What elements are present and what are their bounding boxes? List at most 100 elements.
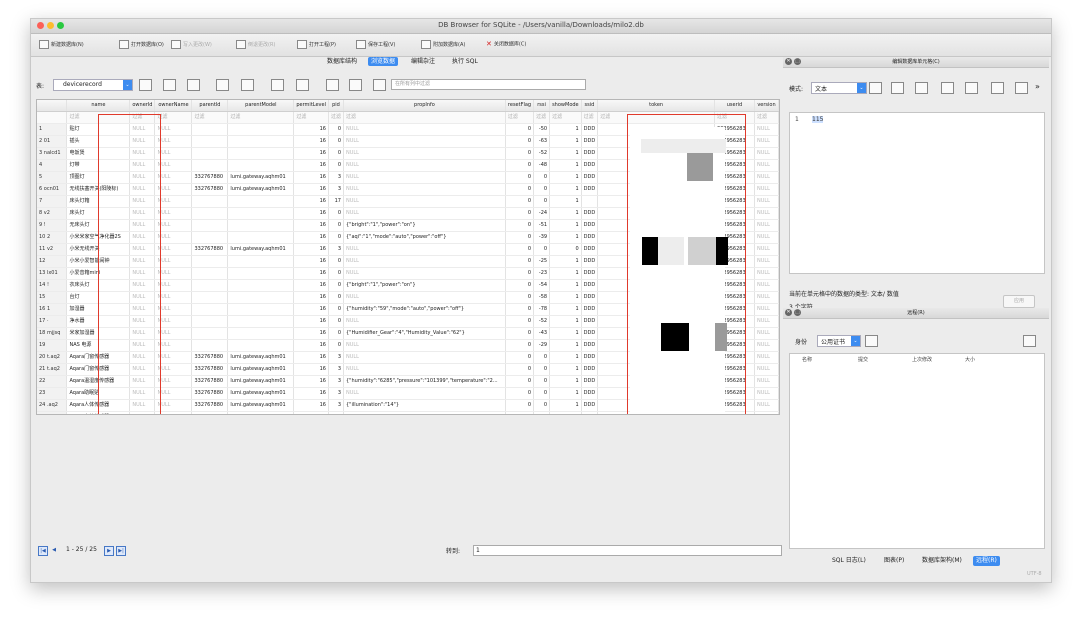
table-cell[interactable]: NULL [754, 279, 779, 292]
table-cell[interactable]: NULL [154, 255, 193, 268]
column-header[interactable]: resetFlag [505, 100, 535, 112]
table-cell[interactable] [191, 327, 229, 340]
table-cell[interactable]: NULL [343, 243, 506, 256]
tab-db-schema[interactable]: 数据库架构(M) [919, 556, 965, 566]
table-cell[interactable]: NULL [754, 267, 779, 280]
table-cell[interactable]: 16 [293, 315, 329, 328]
table-cell[interactable]: 16 [293, 363, 329, 376]
table-cell[interactable]: NULL [343, 183, 506, 196]
table-cell[interactable]: NULL [129, 231, 156, 244]
table-cell[interactable]: 1 [549, 159, 582, 172]
table-cell[interactable]: 16 [293, 387, 329, 400]
table-cell[interactable]: 1 [549, 267, 582, 280]
table-cell[interactable]: 0 [505, 351, 535, 364]
table-cell[interactable]: 332767880 [191, 243, 229, 256]
table-cell[interactable]: NULL [343, 291, 506, 304]
next-page-icon[interactable]: ▶ [104, 546, 114, 556]
table-cell[interactable]: 16 [293, 159, 329, 172]
table-cell[interactable]: 0 [328, 135, 345, 148]
table-cell[interactable]: 小爱音箱mini [66, 267, 131, 280]
table-cell[interactable]: 16 [293, 207, 329, 220]
table-cell[interactable]: 1 [549, 291, 582, 304]
table-cell[interactable]: 0 [505, 195, 535, 208]
table-cell[interactable]: -78 [533, 303, 551, 316]
table-cell[interactable]: 无床头灯 [66, 219, 131, 232]
table-cell[interactable]: NULL [343, 159, 506, 172]
table-cell[interactable]: NULL [754, 303, 779, 316]
column-filter-input[interactable]: 过滤 [328, 111, 345, 124]
table-cell[interactable]: 0 [505, 147, 535, 160]
column-header[interactable]: ssid [581, 100, 599, 112]
table-cell[interactable]: NULL [154, 411, 193, 414]
table-cell[interactable]: NULL [129, 327, 156, 340]
table-cell[interactable] [581, 195, 599, 208]
table-cell[interactable]: NULL [343, 315, 506, 328]
table-cell[interactable]: 16 [293, 171, 329, 184]
open-database-button[interactable]: 打开数据库(O) [119, 40, 164, 50]
table-cell[interactable]: NULL [154, 159, 193, 172]
table-cell[interactable]: NULL [343, 207, 506, 220]
cell-editor[interactable]: 1 115 [789, 112, 1045, 274]
table-cell[interactable]: NULL [129, 123, 156, 136]
table-cell[interactable]: -25 [533, 255, 551, 268]
table-cell[interactable]: 0 [533, 351, 551, 364]
previous-page-icon[interactable]: ◀ [50, 546, 58, 554]
refresh-icon[interactable] [865, 335, 878, 347]
clear-sort-icon[interactable] [187, 79, 200, 91]
table-cell[interactable]: 0 [505, 303, 535, 316]
table-cell[interactable]: 1 [549, 147, 582, 160]
mode-select[interactable]: 文本 ⌄ [811, 82, 867, 94]
table-cell[interactable]: DDD [581, 267, 599, 280]
table-cell[interactable]: NULL [129, 219, 156, 232]
column-header[interactable] [37, 100, 68, 112]
table-cell[interactable]: 0 [533, 243, 551, 256]
table-cell[interactable]: NULL [129, 411, 156, 414]
table-cell[interactable]: 0 [328, 279, 345, 292]
table-cell[interactable]: NULL [154, 399, 193, 412]
column-filter-input[interactable]: 过滤 [154, 111, 193, 124]
table-cell[interactable]: 1 [549, 387, 582, 400]
table-cell[interactable]: 0 [533, 375, 551, 388]
table-cell[interactable]: NULL [129, 243, 156, 256]
table-cell[interactable]: 0 [533, 387, 551, 400]
column-header[interactable]: ownerId [129, 100, 156, 112]
table-cell[interactable]: 16 [293, 183, 329, 196]
table-cell[interactable] [227, 159, 295, 172]
insert-record-icon[interactable] [271, 79, 284, 91]
table-cell[interactable] [191, 219, 229, 232]
column-filter-input[interactable]: 过滤 [754, 111, 779, 124]
table-cell[interactable] [227, 327, 295, 340]
table-cell[interactable]: 1 [549, 183, 582, 196]
column-header[interactable]: version [754, 100, 779, 112]
table-cell[interactable]: NULL [343, 147, 506, 160]
table-cell[interactable]: 0 [505, 183, 535, 196]
table-cell[interactable]: NULL [129, 291, 156, 304]
table-cell[interactable]: 16 [293, 255, 329, 268]
table-cell[interactable]: 顶图灯 [66, 171, 131, 184]
column-header[interactable]: name [66, 100, 131, 112]
table-cell[interactable]: NULL [129, 279, 156, 292]
column-filter-input[interactable]: 过滤 [505, 111, 535, 124]
table-cell[interactable]: NULL [154, 375, 193, 388]
table-cell[interactable]: NULL [754, 351, 779, 364]
table-cell[interactable]: DDD [581, 255, 599, 268]
table-cell[interactable]: 1 [549, 399, 582, 412]
table-cell[interactable]: 0 [505, 339, 535, 352]
table-cell[interactable]: {"bright":"1","power":"on"} [343, 219, 506, 232]
table-cell[interactable] [227, 315, 295, 328]
table-cell[interactable]: Aqara助眠贴 [66, 387, 131, 400]
table-cell[interactable]: 1 [549, 255, 582, 268]
table-cell[interactable]: 1 [549, 375, 582, 388]
table-cell[interactable]: NULL [129, 399, 156, 412]
table-cell[interactable]: 0 [328, 159, 345, 172]
table-cell[interactable]: 1 [549, 327, 582, 340]
table-cell[interactable]: DDD [581, 339, 599, 352]
table-cell[interactable]: 3 [328, 411, 345, 414]
table-cell[interactable]: 3 [328, 387, 345, 400]
table-cell[interactable]: NULL [154, 147, 193, 160]
float-panel-icon[interactable]: ⬚ [794, 58, 801, 65]
column-header[interactable]: token [597, 100, 716, 112]
table-cell[interactable]: NULL [754, 327, 779, 340]
table-cell[interactable]: -54 [533, 279, 551, 292]
table-cell[interactable]: NULL [154, 135, 193, 148]
